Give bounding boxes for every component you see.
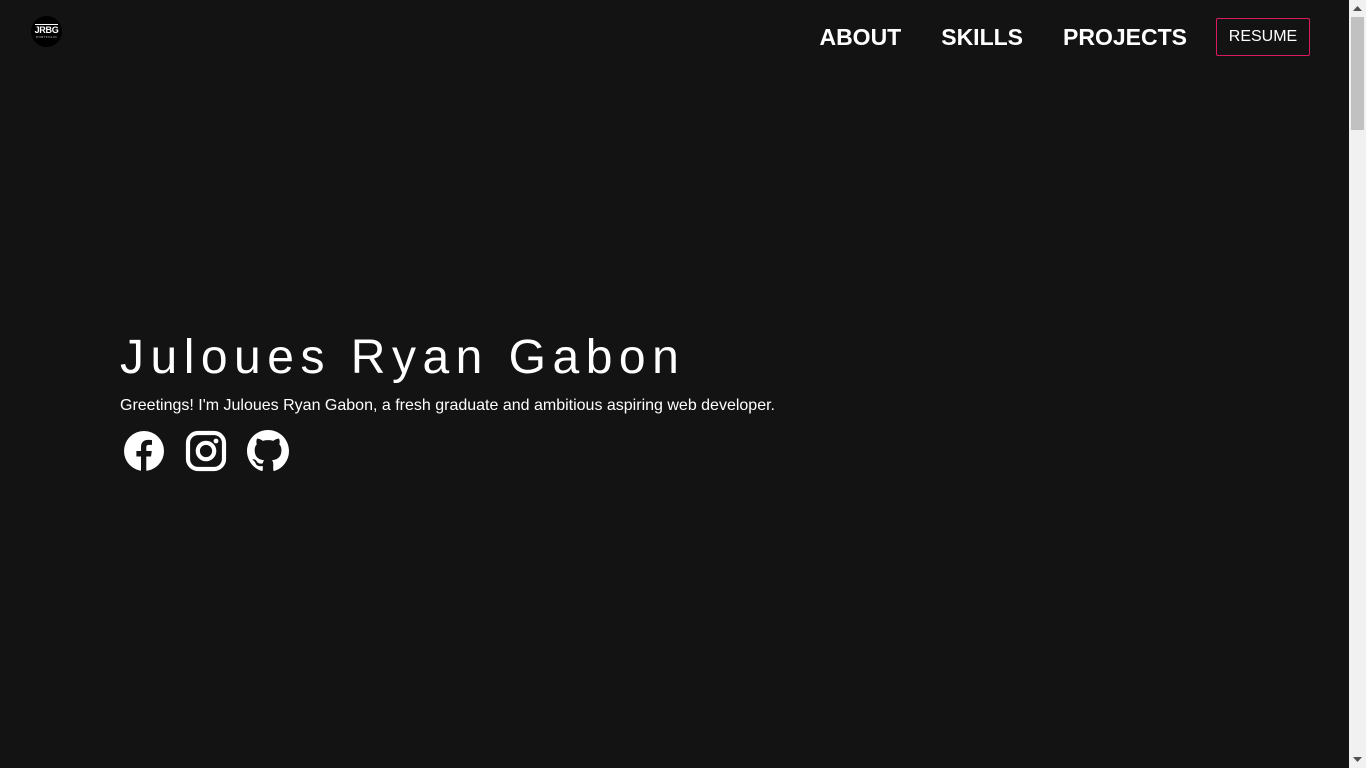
- logo-subtitle: PORTFOLIO: [36, 35, 57, 39]
- vertical-scrollbar[interactable]: [1349, 0, 1366, 768]
- page: JRBG PORTFOLIO ABOUT SKILLS PROJECTS RES…: [0, 0, 1349, 768]
- nav-link-about[interactable]: ABOUT: [819, 23, 901, 51]
- logo-mark: JRBG: [34, 24, 59, 35]
- logo[interactable]: JRBG PORTFOLIO: [31, 16, 62, 47]
- instagram-link[interactable]: [185, 430, 227, 472]
- nav-link-skills[interactable]: SKILLS: [941, 23, 1023, 51]
- scroll-up-arrow-icon[interactable]: [1349, 0, 1366, 17]
- hero-section: Juloues Ryan Gabon Greetings! I'm Juloue…: [120, 330, 775, 472]
- resume-button[interactable]: RESUME: [1216, 18, 1310, 56]
- nav-link-projects[interactable]: PROJECTS: [1063, 23, 1187, 51]
- facebook-icon: [123, 430, 165, 472]
- scrollbar-thumb[interactable]: [1351, 17, 1364, 130]
- facebook-link[interactable]: [123, 430, 165, 472]
- github-link[interactable]: [247, 430, 289, 472]
- scroll-down-arrow-icon[interactable]: [1349, 751, 1366, 768]
- instagram-icon: [185, 430, 227, 472]
- social-links: [123, 430, 775, 472]
- hero-tagline: Greetings! I'm Juloues Ryan Gabon, a fre…: [120, 397, 775, 414]
- main-nav: ABOUT SKILLS PROJECTS RESUME: [819, 18, 1310, 56]
- github-icon: [247, 430, 289, 472]
- hero-name: Juloues Ryan Gabon: [120, 331, 686, 384]
